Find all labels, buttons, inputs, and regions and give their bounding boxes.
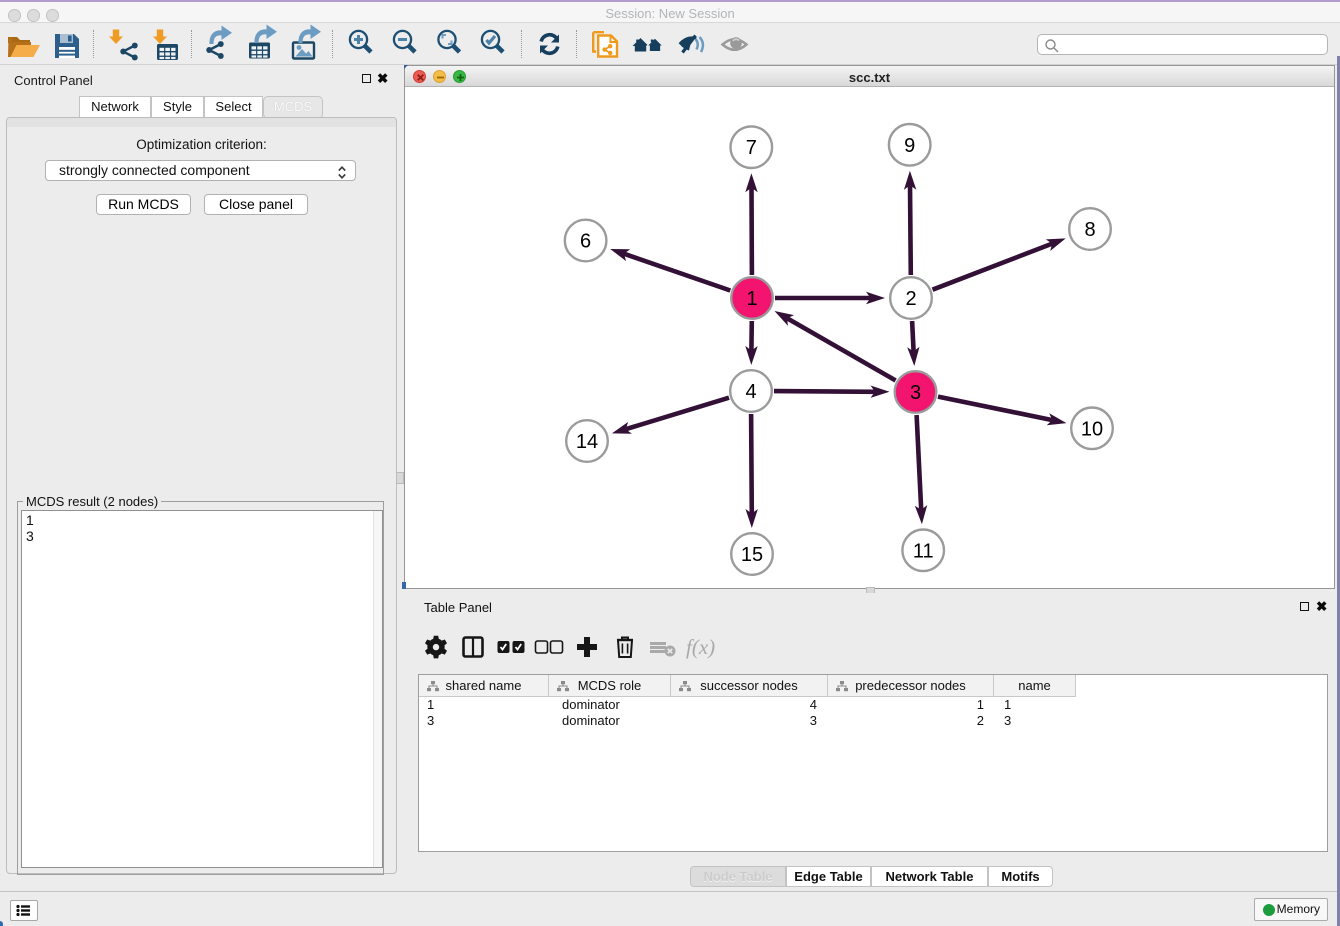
svg-text:15: 15: [741, 544, 763, 566]
svg-text:3: 3: [910, 382, 921, 404]
svg-text:10: 10: [1081, 418, 1103, 440]
svg-text:4: 4: [745, 381, 756, 403]
svg-text:2: 2: [905, 288, 916, 310]
svg-text:f(x): f(x): [686, 635, 715, 659]
svg-text:11: 11: [913, 540, 934, 562]
svg-text:7: 7: [746, 137, 757, 159]
svg-text:6: 6: [580, 231, 591, 253]
svg-text:1: 1: [746, 288, 757, 310]
svg-text:9: 9: [904, 135, 915, 157]
svg-text:8: 8: [1084, 219, 1095, 241]
svg-text:14: 14: [576, 431, 598, 453]
